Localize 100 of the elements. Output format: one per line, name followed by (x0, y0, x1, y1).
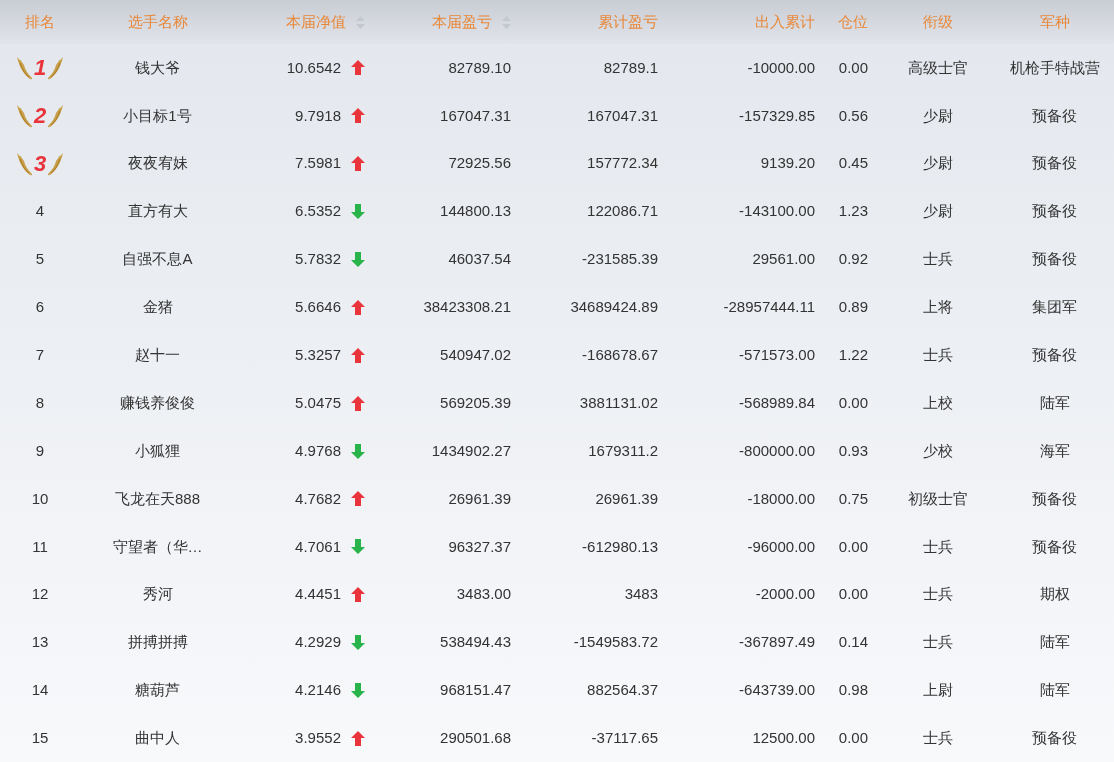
table-cell-text: 5.3257 (295, 345, 341, 366)
table-cell-text: 机枪手特战营 (1009, 57, 1100, 78)
table-cell-text: -1549583.72 (573, 632, 658, 653)
column-header: 选手名称 (127, 11, 188, 32)
table-cell-text: 144800.13 (440, 201, 511, 222)
table-cell-text: 0.00 (838, 728, 868, 749)
table-cell-text: 82789.10 (448, 57, 511, 78)
table-cell-text: 预备役 (1032, 536, 1077, 557)
table-cell-text: 6 (35, 297, 45, 318)
table-cell-text: 1.22 (838, 345, 868, 366)
table-cell-text: -18000.00 (747, 488, 815, 509)
table-cell-text: 预备役 (1032, 345, 1077, 366)
table-cell-text: -231585.39 (582, 249, 658, 270)
table-cell-text: 0.93 (838, 440, 868, 461)
table-cell-text: 5.6646 (295, 297, 341, 318)
table-cell-text: 12500.00 (752, 728, 815, 749)
table-cell-text: -367897.49 (739, 632, 815, 653)
table-cell-text: 9 (35, 440, 45, 461)
table-cell-text: 0.00 (838, 57, 868, 78)
table-cell-text: 预备役 (1032, 153, 1077, 174)
table-cell-text: 预备役 (1032, 105, 1077, 126)
table-cell-text: 期权 (1039, 584, 1070, 605)
table-cell-text: 1679311.2 (588, 440, 658, 461)
table-cell-text: 预备役 (1032, 728, 1077, 749)
table-cell-text: 5.7832 (295, 249, 341, 270)
table-cell-text: 882564.37 (587, 680, 658, 701)
table-cell-text: 167047.31 (440, 105, 511, 126)
table-cell-text: 12 (31, 584, 49, 605)
table-cell-text: 曲中人 (135, 728, 180, 749)
table-cell-text: 3.9552 (295, 728, 341, 749)
table-cell-text: 38423308.21 (423, 297, 511, 318)
table-cell-text: -168678.67 (582, 345, 658, 366)
table-cell-text: 士兵 (922, 728, 953, 749)
column-header: 累计盈亏 (598, 11, 658, 32)
table-cell-text: 46037.54 (448, 249, 511, 270)
table-cell-text: 少校 (922, 440, 953, 461)
table-cell-text: 10.6542 (286, 57, 341, 78)
table-cell-text: 538494.43 (440, 632, 511, 653)
table-cell-text: 赵十一 (135, 345, 180, 366)
table-cell-text: 167047.31 (587, 105, 658, 126)
table-cell-text: 海军 (1039, 440, 1070, 461)
table-cell-text: 122086.71 (587, 201, 658, 222)
table-cell-text: 士兵 (922, 584, 953, 605)
column-header[interactable]: 本届净值 (286, 10, 346, 34)
table-cell-text: 夜夜宥妹 (127, 153, 188, 174)
table-cell-text: 0.89 (838, 297, 868, 318)
table-cell-text: 13 (31, 632, 49, 653)
table-cell-text: 10 (31, 488, 49, 509)
table-cell-text: -37117.65 (591, 728, 658, 749)
table-cell-text: 小狐狸 (135, 440, 180, 461)
table-cell-text: 96327.37 (448, 536, 511, 557)
table-cell-text: 569205.39 (440, 392, 511, 413)
table-cell-text: 15 (31, 728, 49, 749)
table-cell-text: -2000.00 (755, 584, 815, 605)
table-cell-text: 1.23 (838, 201, 868, 222)
table-cell-text: -568989.84 (739, 392, 815, 413)
table-cell-text: 4.4451 (295, 584, 341, 605)
table-cell-text: 预备役 (1032, 488, 1077, 509)
table-cell-text: 6.5352 (295, 201, 341, 222)
table-cell-text: -800000.00 (739, 440, 815, 461)
table-cell-text: 陆军 (1039, 680, 1070, 701)
table-cell-text: 4.7682 (295, 488, 341, 509)
table-cell-text: -612980.13 (582, 536, 658, 557)
table-cell-text: 陆军 (1039, 632, 1070, 653)
table-cell-text: 高级士官 (907, 57, 968, 78)
table-cell-text: 14 (31, 680, 49, 701)
table-cell-text: 守望者（华… (112, 536, 203, 557)
table-cell-text: 4.7061 (295, 536, 341, 557)
column-header: 排名 (25, 11, 55, 32)
table-cell-text: -643739.00 (739, 680, 815, 701)
table-cell-text: 4.2929 (295, 632, 341, 653)
table-cell-text: 26961.39 (448, 488, 511, 509)
table-cell-text: 上校 (922, 392, 953, 413)
table-cell-text: -10000.00 (747, 57, 815, 78)
table-cell-text: 0.00 (838, 584, 868, 605)
column-header: 衔级 (922, 11, 953, 32)
table-cell-text: 自强不息A (122, 249, 193, 270)
table-cell-text: 陆军 (1039, 392, 1070, 413)
table-cell-text: 初级士官 (907, 488, 968, 509)
table-cell-text: 82789.1 (603, 57, 658, 78)
table-cell-text: 士兵 (922, 536, 953, 557)
table-cell-text: 9.7918 (295, 105, 341, 126)
table-cell-text: 7 (35, 345, 45, 366)
table-cell-text: 少尉 (922, 105, 953, 126)
table-cell-text: -143100.00 (739, 201, 815, 222)
column-header[interactable]: 本届盈亏 (432, 10, 492, 34)
table-cell-text: 3483 (624, 584, 658, 605)
table-cell-text: 0.98 (838, 680, 868, 701)
table-cell-text: 直方有大 (127, 201, 188, 222)
table-cell-text: 金猪 (142, 297, 173, 318)
table-cell-text: 5.0475 (295, 392, 341, 413)
table-cell-text: 540947.02 (440, 345, 511, 366)
table-cell-text: 糖葫芦 (135, 680, 180, 701)
rank-medal: 2 (15, 102, 65, 129)
table-cell-text: 968151.47 (440, 680, 511, 701)
table-cell-text: 0.45 (838, 153, 868, 174)
table-cell-text: 5 (35, 249, 45, 270)
table-cell-text: 钱大爷 (135, 57, 180, 78)
table-cell-text: 9139.20 (760, 153, 815, 174)
table-cell-text: 3483.00 (456, 584, 511, 605)
